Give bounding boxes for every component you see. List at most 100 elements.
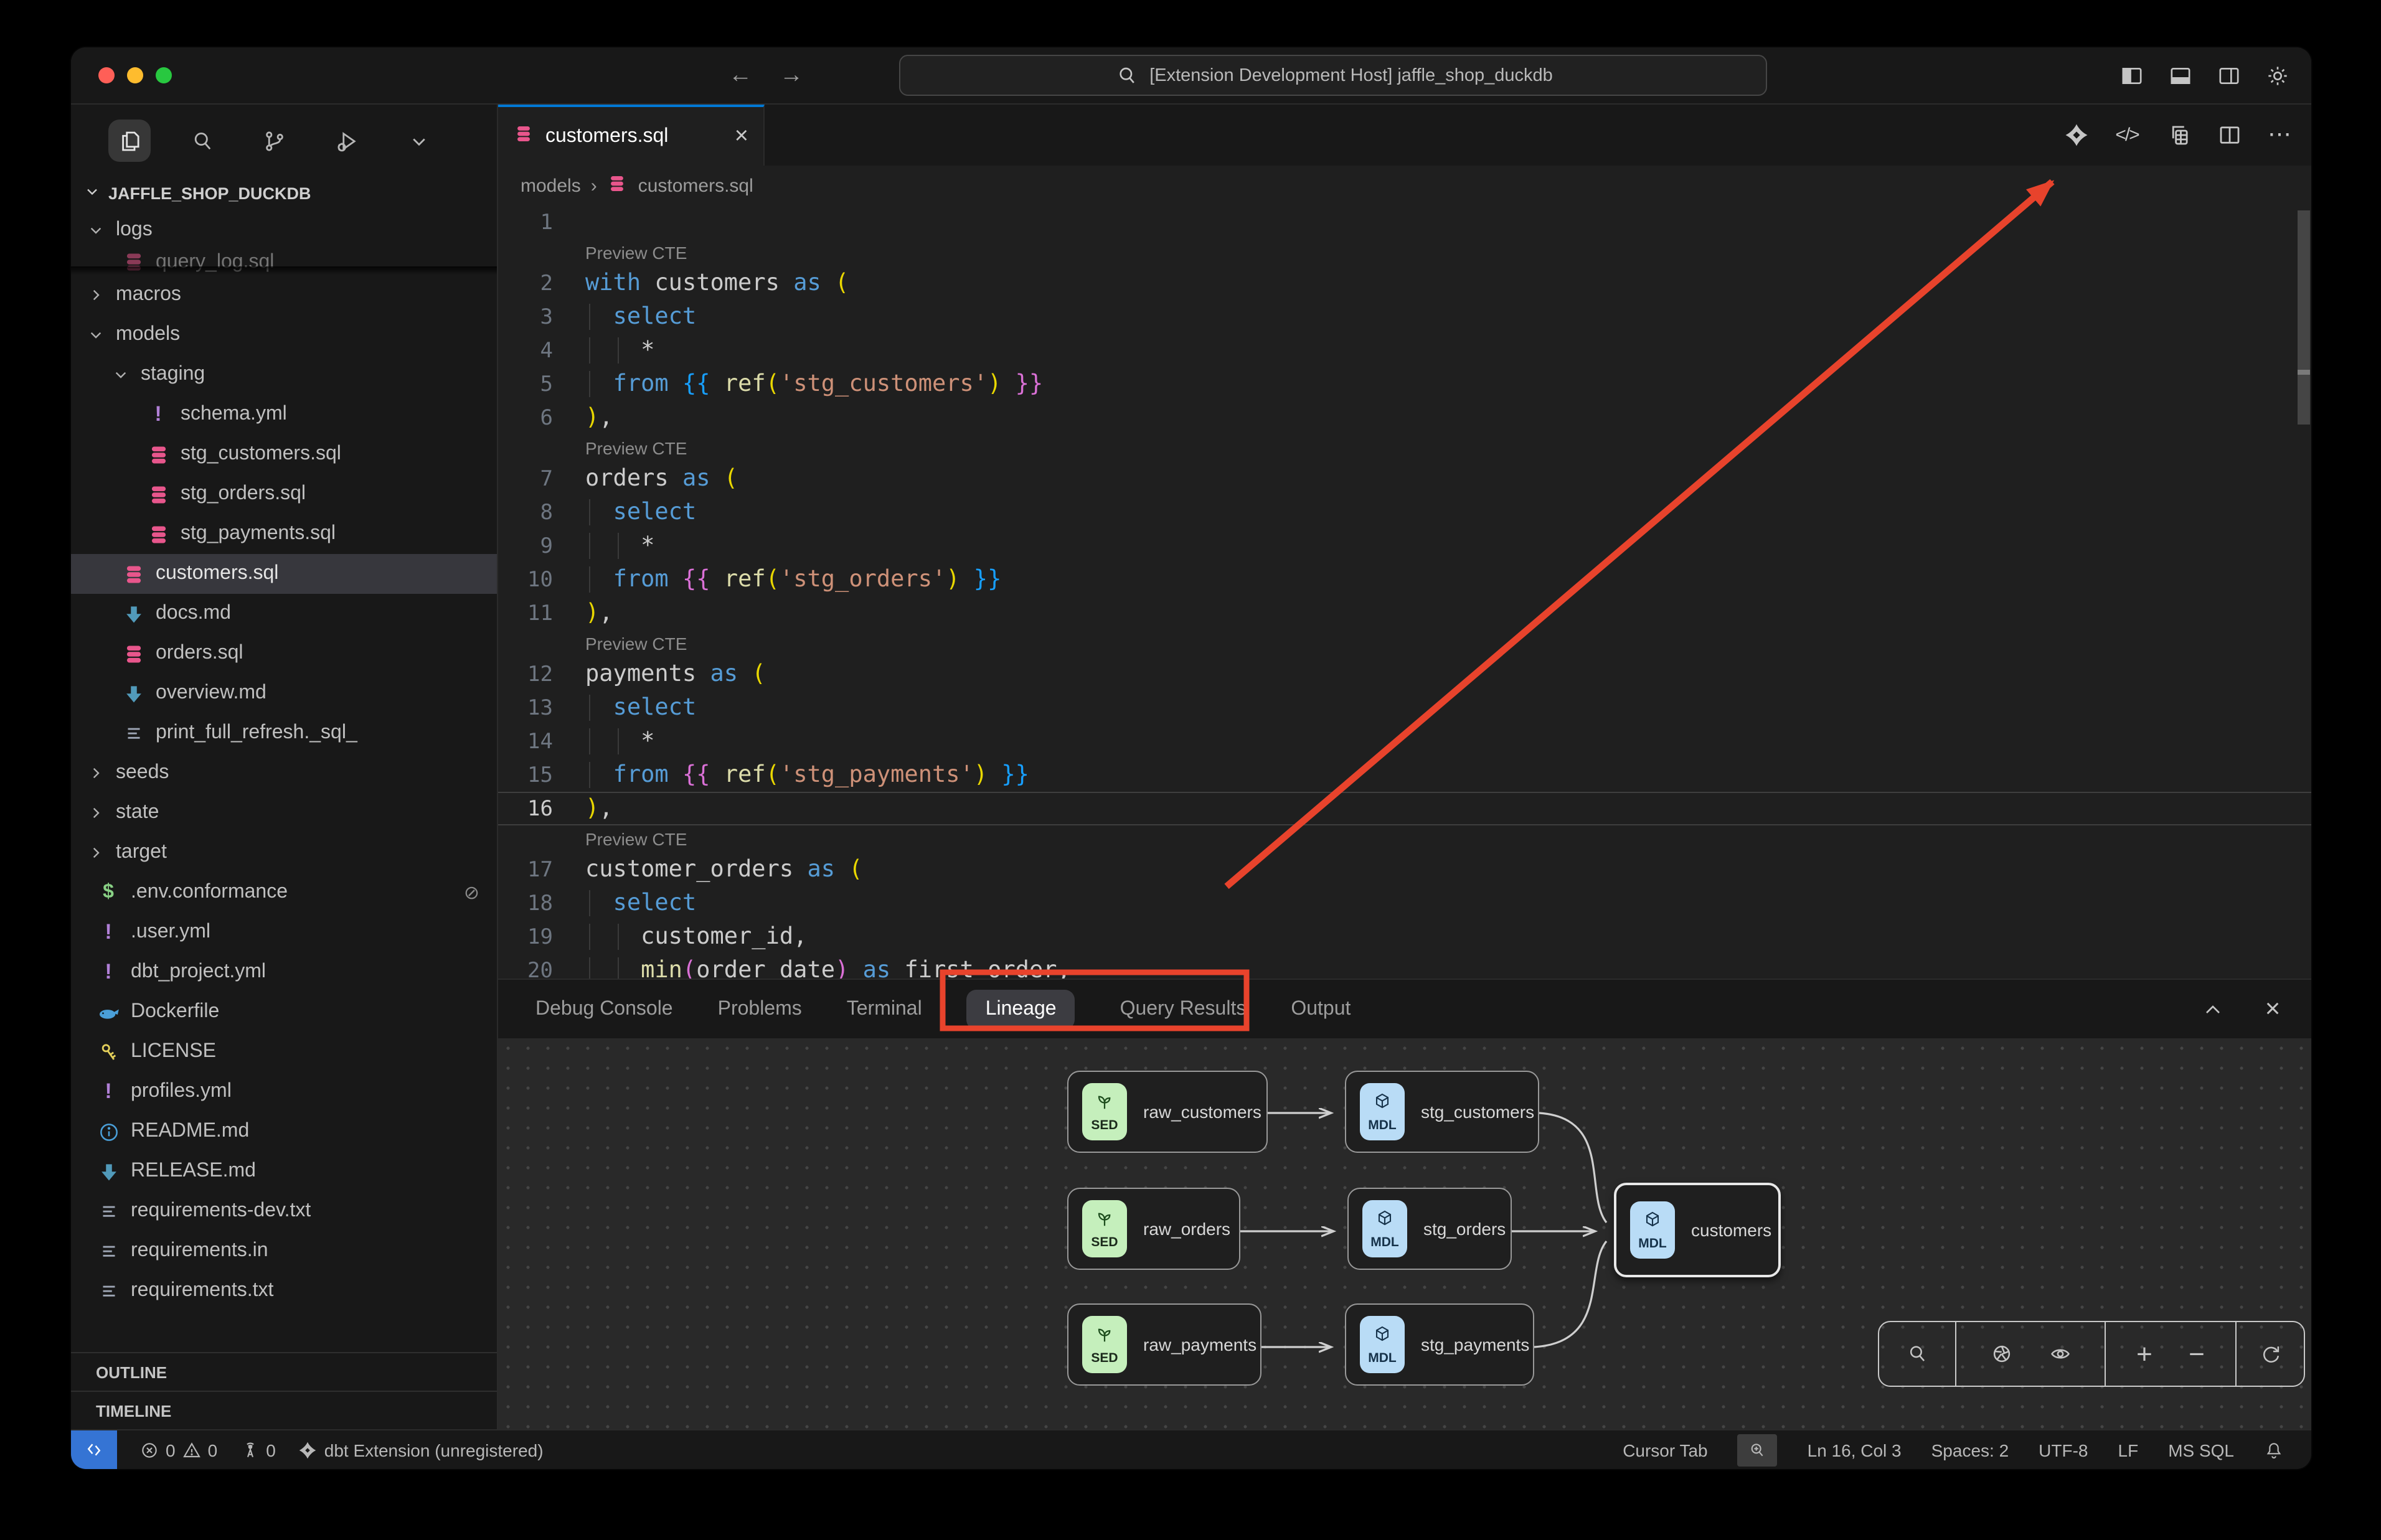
tree-item-customers-sql[interactable]: customers.sql — [71, 554, 497, 594]
aperture-icon[interactable] — [1987, 1340, 2015, 1368]
code-line-2[interactable]: 2 with customers as ( — [498, 266, 2311, 300]
lineage-node-customers[interactable]: MDL customers — [1614, 1183, 1781, 1277]
code-line-9[interactable]: 9 * — [498, 529, 2311, 563]
activity-explorer[interactable] — [108, 120, 151, 162]
activity-more-chevron[interactable] — [397, 120, 440, 162]
tree-item-readme-md[interactable]: README.md — [71, 1112, 497, 1152]
codelens-preview-cte[interactable]: Preview CTE — [585, 829, 687, 849]
tree-item-print-full-refresh-sql-[interactable]: print_full_refresh._sql_ — [71, 713, 497, 753]
code-line-7[interactable]: 7 orders as ( — [498, 462, 2311, 495]
code-line-4[interactable]: 4 * — [498, 334, 2311, 367]
cursor-position-status[interactable]: Ln 16, Col 3 — [1808, 1440, 1902, 1460]
tree-item-state[interactable]: state — [71, 793, 497, 833]
tree-item-logs[interactable]: logs — [71, 210, 497, 250]
close-icon[interactable]: × — [2259, 995, 2286, 1023]
dbt-extension-status[interactable]: dbt Extension (unregistered) — [298, 1440, 544, 1460]
zoom-out-icon[interactable]: − — [2183, 1340, 2210, 1368]
codelens-preview-cte[interactable]: Preview CTE — [585, 438, 687, 458]
tree-item-requirements-dev-txt[interactable]: requirements-dev.txt — [71, 1191, 497, 1231]
code-line-20[interactable]: 20 min(order_date) as first_order, — [498, 954, 2311, 979]
explorer-project-header[interactable]: JAFFLE_SHOP_DUCKDB — [71, 177, 497, 210]
tree-item-requirements-txt[interactable]: requirements.txt — [71, 1271, 497, 1311]
code-line-18[interactable]: 18 select — [498, 886, 2311, 920]
tree-item-dockerfile[interactable]: Dockerfile — [71, 992, 497, 1032]
code-line-1[interactable]: 1 — [498, 205, 2311, 239]
eye-icon[interactable] — [2046, 1340, 2073, 1368]
tree-item-orders-sql[interactable]: orders.sql — [71, 634, 497, 674]
tree-item--env-conformance[interactable]: $.env.conformance⊘ — [71, 873, 497, 913]
breadcrumb-file[interactable]: customers.sql — [638, 175, 753, 196]
panel-tab-terminal[interactable]: Terminal — [847, 989, 922, 1029]
lineage-node-stg_payments[interactable]: MDL stg_payments — [1345, 1303, 1534, 1386]
ports-status[interactable]: 0 — [240, 1440, 276, 1460]
tab-customers-sql[interactable]: customers.sql × — [498, 105, 765, 166]
code-editor[interactable]: 1 Preview CTE 2 with customers as ( 3 se… — [498, 205, 2311, 979]
query-results-table-icon[interactable] — [2164, 121, 2192, 149]
forward-arrow-button[interactable]: → — [780, 62, 803, 89]
code-line-11[interactable]: 11 ), — [498, 596, 2311, 630]
split-editor-icon[interactable] — [2215, 121, 2243, 149]
tree-item-stg-customers-sql[interactable]: stg_customers.sql — [71, 434, 497, 474]
lineage-node-raw_customers[interactable]: SED raw_customers — [1067, 1071, 1268, 1153]
code-line-13[interactable]: 13 select — [498, 691, 2311, 725]
command-center-search[interactable]: [Extension Development Host] jaffle_shop… — [899, 55, 1767, 96]
code-line-16[interactable]: 16 ), — [498, 792, 2311, 825]
settings-gear-icon[interactable] — [2264, 62, 2291, 89]
encoding-status[interactable]: UTF-8 — [2039, 1440, 2088, 1460]
code-line-3[interactable]: 3 select — [498, 300, 2311, 334]
zoom-in-status-icon[interactable] — [1738, 1434, 1778, 1466]
editor-scrollbar[interactable] — [2298, 210, 2310, 425]
lineage-node-stg_customers[interactable]: MDL stg_customers — [1345, 1071, 1539, 1153]
layout-sidebar-left-icon[interactable] — [2118, 62, 2146, 89]
lineage-canvas[interactable]: SED raw_customers MDL stg_customers SED … — [498, 1038, 2311, 1429]
tree-item-stg-payments-sql[interactable]: stg_payments.sql — [71, 514, 497, 554]
tree-item-schema-yml[interactable]: !schema.yml — [71, 395, 497, 434]
code-line-17[interactable]: 17 customer_orders as ( — [498, 853, 2311, 886]
code-line-10[interactable]: 10 from {{ ref('stg_orders') }} — [498, 563, 2311, 596]
more-ellipsis-icon[interactable]: ⋯ — [2266, 121, 2294, 149]
code-line-5[interactable]: 5 from {{ ref('stg_customers') }} — [498, 367, 2311, 401]
sidebar-section-timeline[interactable]: TIMELINE — [71, 1391, 497, 1429]
code-line-14[interactable]: 14 * — [498, 725, 2311, 758]
open-code-icon[interactable]: </> — [2113, 121, 2141, 149]
code-line-6[interactable]: 6 ), — [498, 401, 2311, 434]
remote-indicator[interactable] — [71, 1430, 117, 1469]
close-tab-icon[interactable]: × — [735, 123, 748, 150]
refresh-icon[interactable] — [2256, 1340, 2284, 1368]
codelens-preview-cte[interactable]: Preview CTE — [585, 243, 687, 263]
panel-tab-lineage[interactable]: Lineage — [967, 989, 1075, 1029]
panel-tab-debug-console[interactable]: Debug Console — [535, 989, 673, 1029]
zoom-traffic-light[interactable] — [156, 67, 172, 83]
tree-item-macros[interactable]: macros — [71, 275, 497, 315]
tree-item--user-yml[interactable]: !.user.yml — [71, 913, 497, 952]
breadcrumb[interactable]: models › customers.sql — [498, 166, 2311, 205]
tree-item-seeds[interactable]: seeds — [71, 753, 497, 793]
panel-tab-problems[interactable]: Problems — [718, 989, 802, 1029]
eol-status[interactable]: LF — [2118, 1440, 2139, 1460]
chevron-up-icon[interactable] — [2199, 995, 2227, 1023]
code-line-8[interactable]: 8 select — [498, 495, 2311, 529]
tree-item-models[interactable]: models — [71, 315, 497, 355]
bell-icon[interactable] — [2264, 1440, 2284, 1460]
lineage-node-raw_orders[interactable]: SED raw_orders — [1067, 1188, 1240, 1270]
breadcrumb-folder[interactable]: models — [521, 175, 581, 196]
lineage-node-raw_payments[interactable]: SED raw_payments — [1067, 1303, 1261, 1386]
tree-item-overview-md[interactable]: overview.md — [71, 674, 497, 713]
activity-run-debug[interactable] — [325, 120, 367, 162]
tree-item-license[interactable]: LICENSE — [71, 1032, 497, 1072]
activity-source-control[interactable] — [253, 120, 295, 162]
layout-panel-icon[interactable] — [2167, 62, 2194, 89]
tree-item-requirements-in[interactable]: requirements.in — [71, 1231, 497, 1271]
tree-item-dbt-project-yml[interactable]: !dbt_project.yml — [71, 952, 497, 992]
close-traffic-light[interactable] — [98, 67, 115, 83]
activity-search[interactable] — [181, 120, 223, 162]
codelens-preview-cte[interactable]: Preview CTE — [585, 634, 687, 654]
search-icon[interactable] — [1903, 1340, 1931, 1368]
tree-item-profiles-yml[interactable]: !profiles.yml — [71, 1072, 497, 1112]
tree-item-stg-orders-sql[interactable]: stg_orders.sql — [71, 474, 497, 514]
tree-item-docs-md[interactable]: docs.md — [71, 594, 497, 634]
language-mode-status[interactable]: MS SQL — [2168, 1440, 2234, 1460]
code-line-12[interactable]: 12 payments as ( — [498, 657, 2311, 691]
layout-sidebar-right-icon[interactable] — [2215, 62, 2243, 89]
sidebar-section-outline[interactable]: OUTLINE — [71, 1352, 497, 1391]
